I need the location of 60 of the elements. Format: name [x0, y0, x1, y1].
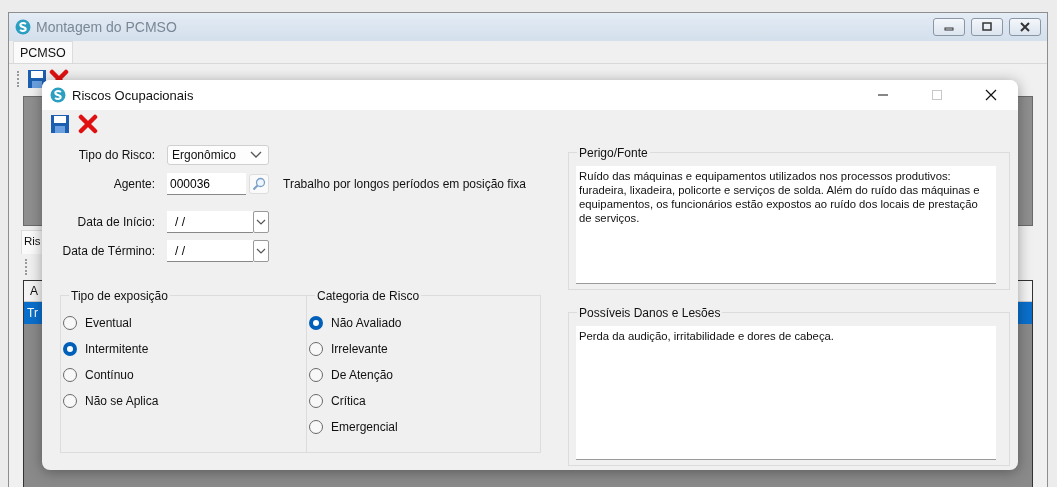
chevron-down-icon — [250, 151, 262, 159]
calendar-dropdown-button[interactable] — [253, 240, 269, 262]
radio-label: De Atenção — [331, 368, 394, 382]
date-field[interactable]: / / — [167, 240, 253, 262]
radio-button[interactable] — [309, 342, 323, 356]
risk-type-dropdown[interactable]: Ergonômico — [167, 145, 269, 165]
save-icon[interactable] — [50, 114, 70, 134]
radio-label: Eventual — [85, 316, 132, 330]
radio-label: Crítica — [331, 394, 366, 408]
radio-button[interactable] — [309, 316, 323, 330]
group-title: Tipo de exposição — [69, 289, 170, 303]
radio-label: Emergencial — [331, 420, 398, 434]
text-area[interactable]: Ruído das máquinas e equipamentos utilizados nos processos produtivos: furadeira, lixadeira, policorte e serviços de solda. Além do ruído das máquinas e equipamentos, os funcionários estão expostos ao ruído dos locais de prestação de serviços. — [576, 166, 996, 284]
agent-code-field[interactable]: 000036 — [167, 173, 246, 195]
restore-button[interactable] — [971, 18, 1003, 36]
chevron-down-icon — [256, 218, 266, 226]
radio-button[interactable] — [309, 420, 323, 434]
app-logo-icon — [50, 87, 66, 103]
table-cell-text: Tr — [26, 306, 38, 320]
agent-description: Trabalho por longos períodos em posição fixa — [283, 177, 527, 191]
radio-button[interactable] — [309, 394, 323, 408]
field-label: Tipo do Risco: — [77, 148, 155, 162]
field-label: Data de Início: — [76, 215, 155, 229]
calendar-dropdown-button[interactable] — [253, 211, 269, 233]
toolbar-grip — [17, 71, 21, 87]
app-logo-icon — [15, 19, 31, 35]
radio-label: Contínuo — [85, 368, 134, 382]
close-button[interactable] — [1009, 18, 1041, 36]
tab[interactable]: PCMSO — [13, 41, 73, 63]
date-field[interactable]: / / — [167, 211, 253, 233]
window-title: Riscos Ocupacionais — [72, 87, 195, 103]
radio-button[interactable] — [63, 394, 77, 408]
maximize-icon — [931, 89, 943, 101]
tab[interactable]: Ris — [21, 230, 44, 254]
save-icon[interactable] — [27, 69, 47, 89]
restore-icon — [981, 22, 993, 32]
radio-button[interactable] — [63, 368, 77, 382]
chevron-down-icon — [256, 247, 266, 255]
window-title: Montagem do PCMSO — [36, 19, 178, 35]
column-header: A — [29, 283, 39, 300]
field-label: Data de Término: — [61, 244, 155, 258]
close-icon — [1019, 22, 1031, 32]
text-area[interactable]: Perda da audição, irritabilidade e dores de cabeça. — [576, 326, 996, 460]
radio-button[interactable] — [63, 342, 77, 356]
minimize-button[interactable] — [933, 18, 965, 36]
close-icon — [985, 89, 997, 101]
cancel-icon[interactable] — [78, 114, 98, 134]
field-label: Agente: — [112, 177, 155, 191]
toolbar-grip — [25, 259, 29, 275]
radio-label: Irrelevante — [331, 342, 388, 356]
group-title: Possíveis Danos e Lesões — [577, 306, 723, 320]
group-title: Perigo/Fonte — [577, 146, 650, 160]
radio-label: Intermitente — [85, 342, 149, 356]
group-title: Categoria de Risco — [315, 289, 422, 303]
radio-button[interactable] — [309, 368, 323, 382]
radio-label: Não Avaliado — [331, 316, 402, 330]
search-button[interactable] — [249, 174, 269, 194]
search-icon — [252, 177, 266, 191]
radio-label: Não se Aplica — [85, 394, 159, 408]
radio-button[interactable] — [63, 316, 77, 330]
